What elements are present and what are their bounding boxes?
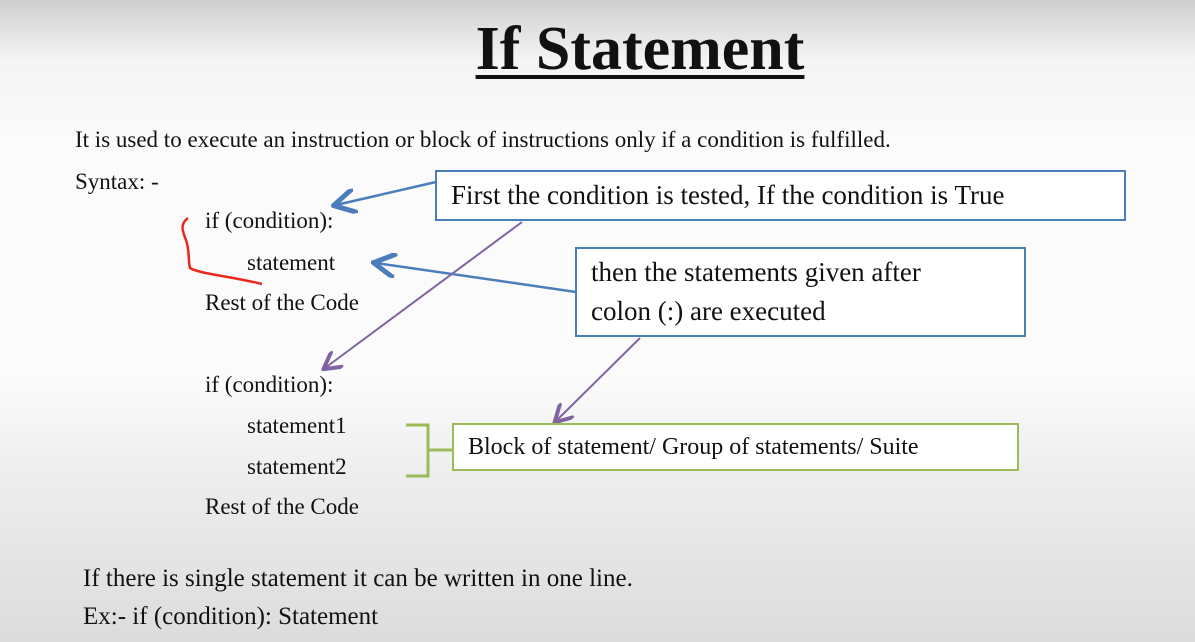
callout-text: colon (:) are executed [591, 296, 826, 326]
callout-text: First the condition is tested, If the co… [451, 180, 1005, 210]
callout-statements-executed: then the statements given after colon (:… [575, 247, 1026, 337]
callout-block-of-statements: Block of statement/ Group of statements/… [452, 423, 1019, 471]
arrow-to-statement [376, 263, 577, 294]
red-brace-annotation [181, 217, 263, 286]
arrow-to-condition [336, 180, 437, 205]
callout-condition-tested: First the condition is tested, If the co… [435, 170, 1126, 221]
green-bracket [406, 423, 453, 478]
note-example: Ex:- if (condition): Statement [83, 603, 379, 630]
callout-text: Block of statement/ Group of statements/… [468, 433, 919, 460]
note-line: If there is single statement it can be w… [83, 565, 633, 592]
arrow-to-block [556, 337, 641, 421]
arrow-to-second-if [325, 221, 523, 368]
callout-text: then the statements given after [591, 256, 921, 287]
